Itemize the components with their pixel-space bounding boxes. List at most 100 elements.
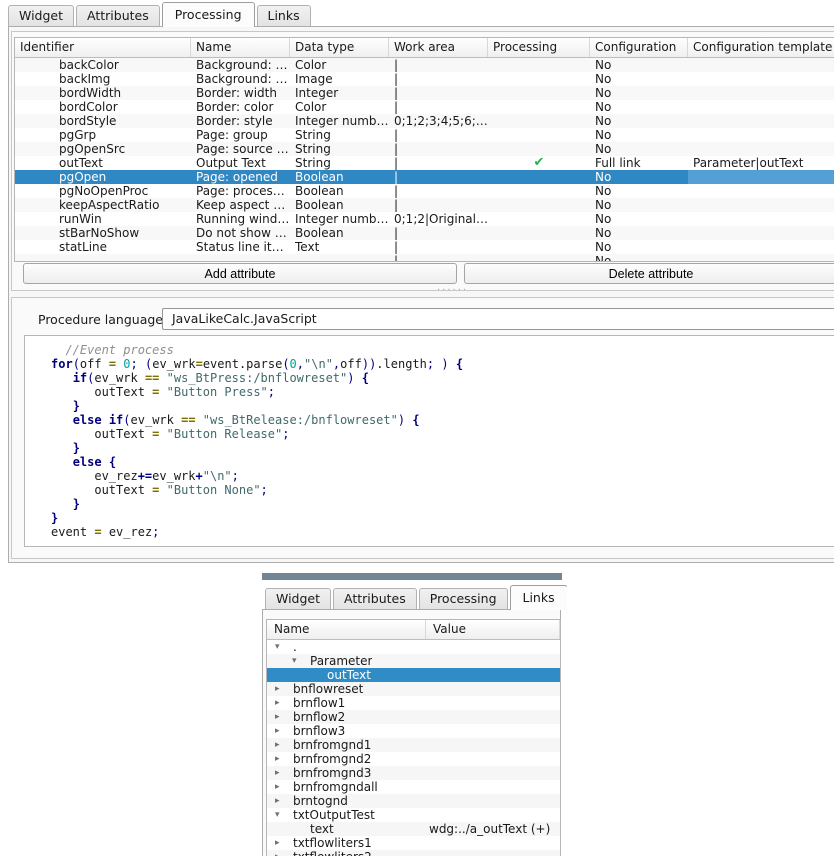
column-header-identifier[interactable]: Identifier (15, 38, 191, 57)
cell-configuration: No (590, 212, 688, 226)
cell-configuration-template (688, 72, 834, 86)
link-row[interactable]: ▸ brnfromgnd2 (267, 752, 560, 766)
add-attribute-button[interactable]: Add attribute (23, 263, 457, 284)
procedure-code-editor[interactable]: //Event processfor(off = 0; (ev_wrk=even… (24, 335, 834, 547)
link-value: wdg:../a_outText (+) (429, 822, 550, 836)
link-row[interactable]: ▸brnfromgnd1 (267, 738, 560, 752)
attribute-row[interactable]: bordWidthBorder: widthInteger|No (15, 86, 834, 100)
cell-data-type: Integer numb… (290, 212, 389, 226)
link-row[interactable]: ▸brnflow1 (267, 696, 560, 710)
expander-icon[interactable]: ▸ (275, 738, 287, 752)
column-header-name[interactable]: Name (267, 620, 426, 639)
column-header-data-type[interactable]: Data type (290, 38, 389, 57)
expander-icon[interactable]: ▸ (275, 794, 287, 808)
expander-icon[interactable]: ▸ (275, 710, 287, 724)
cell-data-type: String (290, 156, 389, 170)
expander-icon[interactable]: ▾ (292, 654, 304, 668)
expander-icon[interactable]: ▸ (275, 724, 287, 738)
attribute-row[interactable]: outTextOutput TextString|✔Full linkParam… (15, 156, 834, 170)
code-line: } (51, 399, 834, 413)
link-row[interactable]: textwdg:../a_outText (+) (267, 822, 560, 836)
link-row[interactable]: ▸brnflow2 (267, 710, 560, 724)
attribute-row[interactable]: pgOpenSrcPage: source …String|No (15, 142, 834, 156)
link-row[interactable]: outText (267, 668, 560, 682)
cell-configuration: No (590, 170, 688, 184)
expander-icon[interactable]: ▸ (275, 780, 287, 794)
attribute-row[interactable]: bordStyleBorder: styleInteger numb…0;1;2… (15, 114, 834, 128)
cell-data-type: Boolean (290, 198, 389, 212)
column-header-configuration-template[interactable]: Configuration template (688, 38, 834, 57)
tab-links[interactable]: Links (510, 585, 568, 610)
cell-data-type: Integer numb… (290, 114, 389, 128)
cell-name: Background: … (191, 58, 290, 72)
column-header-processing[interactable]: Processing (488, 38, 590, 57)
link-row[interactable]: ▸ brnfromgndall (267, 780, 560, 794)
dock-handle-bar[interactable] (262, 573, 562, 580)
expander-icon[interactable]: ▸ (275, 752, 287, 766)
link-name: txtflowliters2 (293, 850, 372, 856)
link-row[interactable]: ▸ txtflowliters2 (267, 850, 560, 856)
tab-processing[interactable]: Processing (162, 2, 255, 27)
link-row[interactable]: ▾. (267, 640, 560, 654)
cell-configuration-template: Parameter|outText (688, 156, 834, 170)
expander-icon[interactable]: ▾ (275, 640, 287, 654)
expander-icon[interactable]: ▸ (275, 836, 287, 850)
attribute-row[interactable]: runWinRunning wind…Integer numb…0;1;2|Or… (15, 212, 834, 226)
attribute-row[interactable]: keepAspectRatioKeep aspect …Boolean|No (15, 198, 834, 212)
cell-name: Border: style (191, 114, 290, 128)
cell-work-area: | (389, 254, 488, 262)
link-row[interactable]: ▸brntognd (267, 794, 560, 808)
attribute-row[interactable]: pgNoOpenProcPage: proces…Boolean|No (15, 184, 834, 198)
link-row[interactable]: ▸brnflow3 (267, 724, 560, 738)
link-row[interactable]: ▸brnfromgnd3 (267, 766, 560, 780)
expander-icon[interactable]: ▸ (275, 850, 287, 856)
attribute-row[interactable]: |No (15, 254, 834, 262)
tab-attributes[interactable]: Attributes (333, 588, 417, 609)
procedure-language-select[interactable]: JavaLikeCalc.JavaScript (162, 308, 834, 330)
cell-configuration: Full link (590, 156, 688, 170)
cell-configuration-template (688, 226, 834, 240)
link-name: brnfromgndall (293, 780, 378, 794)
cell-name: Page: proces… (191, 184, 290, 198)
link-row[interactable]: ▾Parameter (267, 654, 560, 668)
attribute-row[interactable]: backColorBackground: …Color|No (15, 58, 834, 72)
attribute-row[interactable]: pgGrpPage: groupString|No (15, 128, 834, 142)
attribute-row[interactable]: statLineStatus line it…Text|No (15, 240, 834, 254)
procedure-language-label: Procedure language: (38, 309, 167, 331)
cell-work-area: | (389, 72, 488, 86)
link-row[interactable]: ▸bnflowreset (267, 682, 560, 696)
expander-icon[interactable]: ▸ (275, 696, 287, 710)
cell-work-area: | (389, 184, 488, 198)
cell-configuration: No (590, 240, 688, 254)
expander-icon[interactable]: ▸ (275, 682, 287, 696)
link-row[interactable]: ▸txtflowliters1 (267, 836, 560, 850)
code-line: outText = "Button None"; (51, 483, 834, 497)
cell-data-type: Boolean (290, 184, 389, 198)
attribute-row[interactable]: stBarNoShowDo not show …Boolean|No (15, 226, 834, 240)
expander-icon[interactable]: ▸ (275, 766, 287, 780)
delete-attribute-button[interactable]: Delete attribute (464, 263, 834, 284)
link-name: brnfromgnd2 (293, 752, 371, 766)
expander-icon[interactable]: ▾ (275, 808, 287, 822)
tab-widget[interactable]: Widget (8, 5, 74, 26)
column-header-name[interactable]: Name (191, 38, 290, 57)
cell-configuration-template (688, 114, 834, 128)
attribute-row[interactable]: backImgBackground: …Image|No (15, 72, 834, 86)
tab-attributes[interactable]: Attributes (76, 5, 160, 26)
column-header-value[interactable]: Value (426, 620, 560, 639)
tab-links[interactable]: Links (257, 5, 311, 26)
column-header-work-area[interactable]: Work area (389, 38, 488, 57)
cell-identifier: bordWidth (15, 86, 191, 100)
cell-name: Output Text (191, 156, 290, 170)
procedure-section: Procedure language: JavaLikeCalc.JavaScr… (11, 297, 834, 559)
links-table: NameValue ▾.▾ParameteroutText▸bnflowrese… (266, 619, 561, 856)
attribute-row[interactable]: bordColorBorder: colorColor|No (15, 100, 834, 114)
tab-processing[interactable]: Processing (419, 588, 508, 609)
column-header-configuration[interactable]: Configuration (590, 38, 688, 57)
splitter-handle[interactable]: ······ (9, 288, 834, 297)
code-line: else if(ev_wrk == "ws_BtRelease:/bnflowr… (51, 413, 834, 427)
tab-widget[interactable]: Widget (265, 588, 331, 609)
link-row[interactable]: ▾txtOutputTest (267, 808, 560, 822)
attribute-row[interactable]: pgOpenPage: openedBoolean|No (15, 170, 834, 184)
processing-check-icon: ✔ (488, 156, 590, 170)
